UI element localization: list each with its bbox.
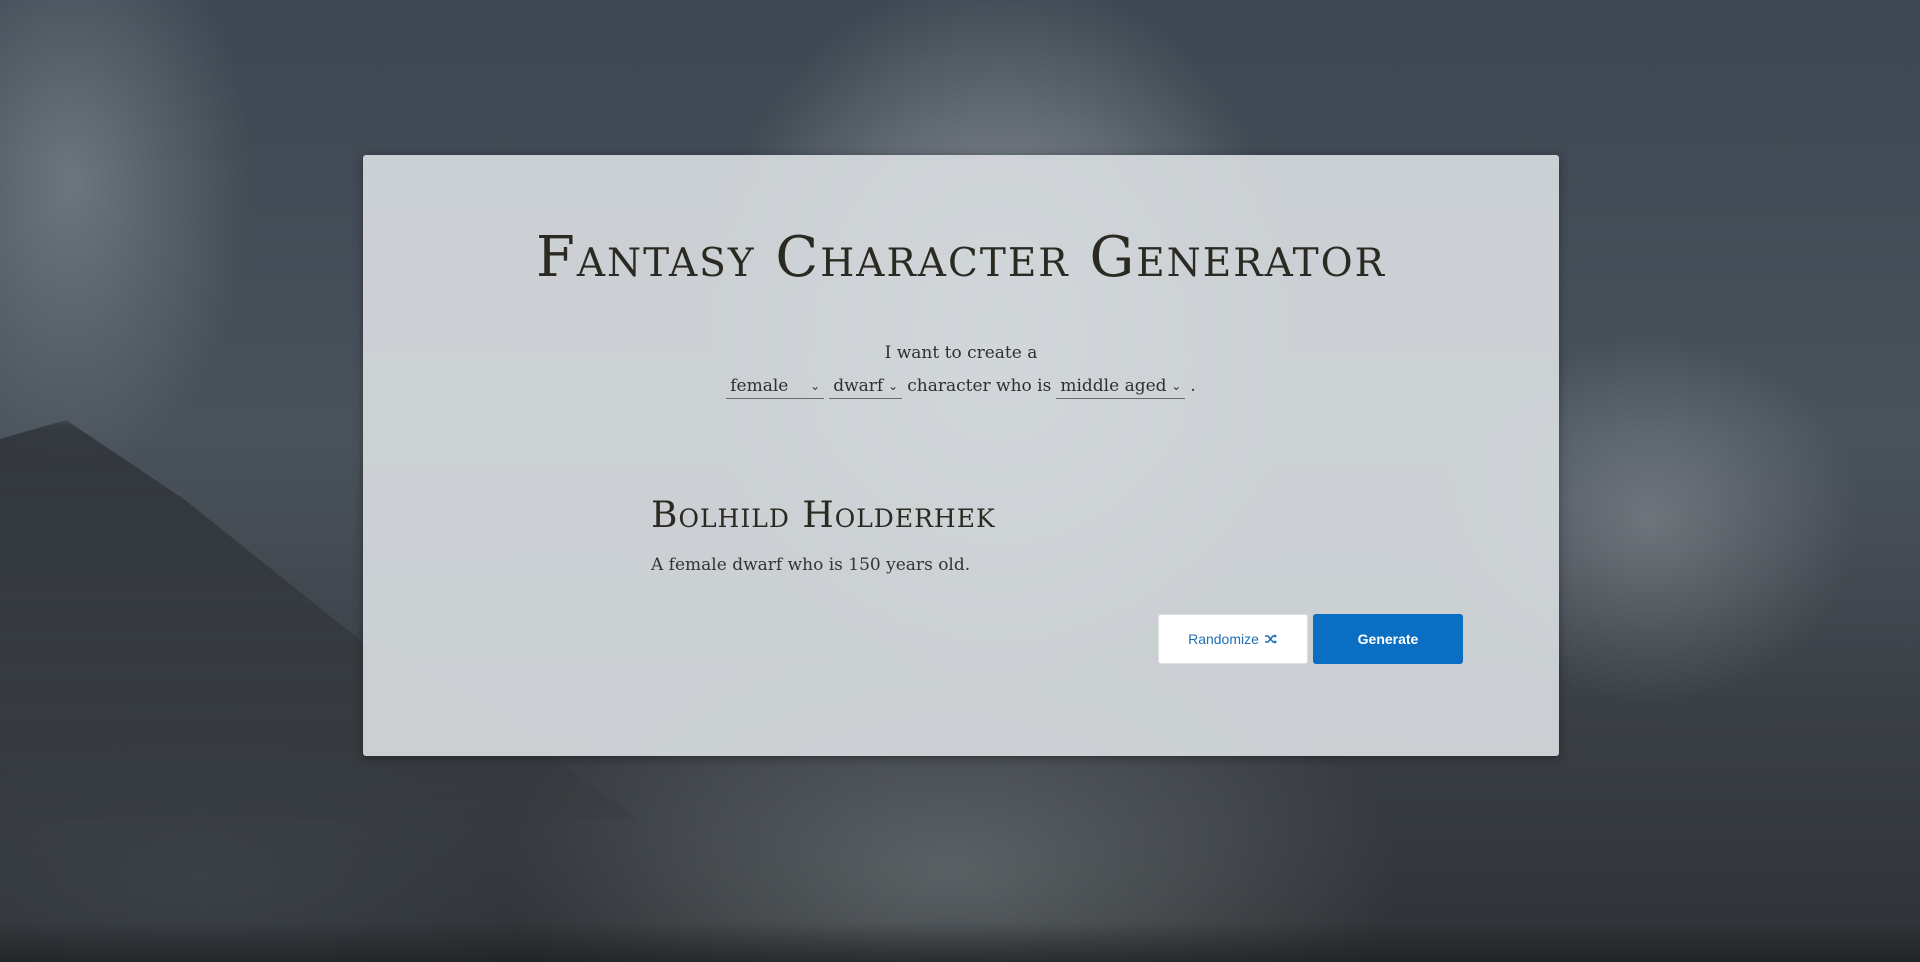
generate-button[interactable]: Generate xyxy=(1313,614,1463,664)
page-title: Fantasy Character Generator xyxy=(535,225,1387,290)
chevron-down-icon: ⌄ xyxy=(810,378,821,393)
shuffle-icon xyxy=(1264,633,1278,645)
connector-text: character who is xyxy=(907,376,1052,396)
randomize-button[interactable]: Randomize xyxy=(1158,614,1308,664)
generate-button-label: Generate xyxy=(1357,631,1419,647)
age-select-value: middle aged xyxy=(1060,375,1167,396)
gender-select-value: female xyxy=(730,375,789,396)
randomize-button-label: Randomize xyxy=(1188,631,1259,647)
race-select-value: dwarf xyxy=(833,375,884,396)
chevron-down-icon: ⌄ xyxy=(1171,378,1182,393)
character-selector-row: female ⌄ dwarf ⌄ character who is middle… xyxy=(363,373,1559,399)
background-treeline xyxy=(0,922,1920,962)
race-select[interactable]: dwarf ⌄ xyxy=(829,373,903,399)
character-description: A female dwarf who is 150 years old. xyxy=(651,555,971,575)
intro-text: I want to create a xyxy=(884,343,1038,363)
gender-select[interactable]: female ⌄ xyxy=(726,373,825,399)
chevron-down-icon: ⌄ xyxy=(888,378,899,393)
generator-card: Fantasy Character Generator I want to cr… xyxy=(363,155,1559,756)
sentence-period: . xyxy=(1190,376,1196,396)
age-select[interactable]: middle aged ⌄ xyxy=(1056,373,1186,399)
character-name: Bolhild Holderhek xyxy=(651,495,996,536)
